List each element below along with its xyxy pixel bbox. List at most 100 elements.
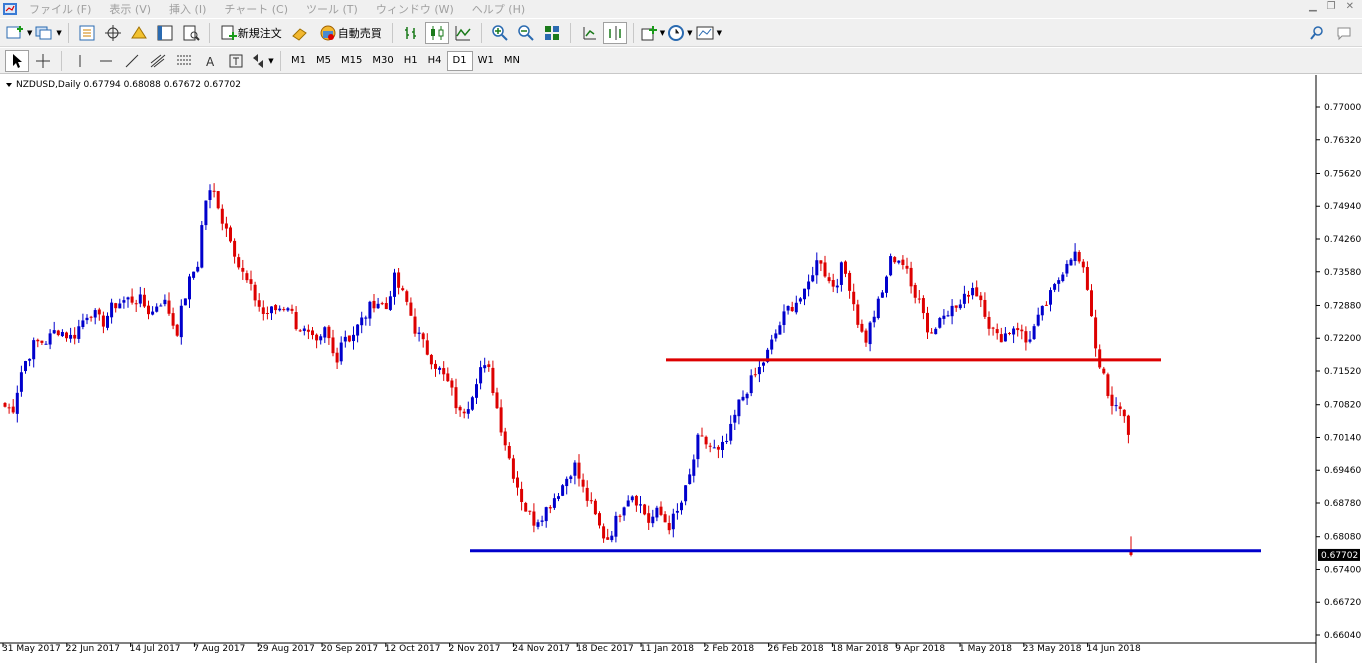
horizontal-line-button[interactable] <box>94 50 118 72</box>
candle-body <box>704 436 708 445</box>
price-chart[interactable]: 0.77000 0.76320 0.75620 0.74940 0.74260 0.735… <box>0 75 1362 663</box>
close-icon[interactable]: ✕ <box>1346 1 1354 12</box>
candle-body <box>196 266 200 272</box>
zoom-in-button[interactable] <box>488 22 512 44</box>
candle-body <box>589 500 593 502</box>
menu-help[interactable]: ヘルプ (H) <box>472 1 525 17</box>
candle-body <box>356 324 360 336</box>
timeframe-m15[interactable]: M15 <box>336 51 367 71</box>
candle-body <box>1094 317 1098 349</box>
text-tool-icon: A <box>206 55 215 69</box>
minimize-icon[interactable]: ▁ <box>1309 1 1317 12</box>
menu-insert[interactable]: 挿入 (I) <box>169 1 206 17</box>
chart-window[interactable]: NZDUSD,Daily 0.67794 0.68088 0.67672 0.6… <box>0 75 1362 663</box>
arrows-button[interactable]: ▼ <box>250 50 274 72</box>
time-tick-label: 14 Jul 2017 <box>130 644 181 654</box>
candle-body <box>101 315 105 327</box>
candle-body <box>487 364 491 367</box>
line-chart-button[interactable] <box>451 22 475 44</box>
candle-body <box>339 342 343 362</box>
bar-chart-button[interactable] <box>399 22 423 44</box>
candle-body <box>413 316 417 334</box>
vertical-line-button[interactable] <box>68 50 92 72</box>
candle-body <box>89 316 93 318</box>
indicators-button[interactable]: ▼ <box>640 22 665 44</box>
menu-file[interactable]: ファイル (F) <box>29 1 91 17</box>
candle-body <box>249 279 253 284</box>
candle-body <box>1049 290 1052 305</box>
candlestick-button[interactable] <box>424 21 449 44</box>
timeframe-mn[interactable]: MN <box>499 51 525 71</box>
autoscroll-button[interactable] <box>602 21 627 44</box>
candle-body <box>1085 267 1089 290</box>
chart-shift-button[interactable] <box>577 22 601 44</box>
periods-button[interactable]: ▼ <box>667 22 693 44</box>
candle-body <box>106 315 109 328</box>
time-tick-label: 7 Aug 2017 <box>193 644 245 654</box>
data-window-button[interactable] <box>101 22 125 44</box>
timeframe-m30[interactable]: M30 <box>367 51 398 71</box>
candle-body <box>926 312 929 333</box>
zoom-out-button[interactable] <box>514 22 538 44</box>
price-tick-label: 0.68080 <box>1324 533 1361 543</box>
terminal-button[interactable] <box>153 22 177 44</box>
metaeditor-button[interactable] <box>288 22 312 44</box>
candle-body <box>540 520 544 522</box>
search-button[interactable] <box>1305 22 1329 44</box>
timeframe-h4[interactable]: H4 <box>423 51 447 71</box>
candle-body <box>975 287 979 297</box>
bar-chart-icon <box>404 26 416 39</box>
candle-body <box>290 308 294 311</box>
candle-body <box>216 191 220 209</box>
fibonacci-button[interactable] <box>172 50 196 72</box>
tile-windows-button[interactable] <box>540 22 564 44</box>
chat-button[interactable] <box>1333 22 1357 44</box>
candle-body <box>253 284 257 301</box>
strategy-tester-button[interactable] <box>179 22 203 44</box>
equidistant-channel-button[interactable] <box>146 50 170 72</box>
candles-group <box>3 183 1133 557</box>
toolbar-separator <box>480 22 482 43</box>
candle-body <box>421 333 425 340</box>
time-tick-label: 1 May 2018 <box>959 644 1012 654</box>
candle-body <box>454 387 458 409</box>
menu-chart[interactable]: チャート (C) <box>224 1 288 17</box>
crosshair-button[interactable] <box>31 50 55 72</box>
text-button[interactable]: A <box>198 50 222 72</box>
candle-body <box>934 328 938 335</box>
market-watch-button[interactable] <box>75 22 99 44</box>
candle-body <box>44 343 48 345</box>
trendline-button[interactable] <box>120 50 144 72</box>
menu-tools[interactable]: ツール (T) <box>306 1 358 17</box>
menu-view[interactable]: 表示 (V) <box>109 1 151 17</box>
candle-body <box>360 317 364 326</box>
candle-body <box>15 392 19 414</box>
timeframe-h1[interactable]: H1 <box>399 51 423 71</box>
candle-body <box>491 367 495 394</box>
candle-body <box>798 298 802 302</box>
price-tick-label: 0.68780 <box>1324 499 1361 509</box>
candle-body <box>618 515 622 517</box>
new-order-button[interactable]: 新規注文 <box>216 22 286 44</box>
candle-body <box>680 502 683 511</box>
text-label-button[interactable] <box>224 50 248 72</box>
auto-trading-button[interactable]: 自動売買 <box>314 22 386 44</box>
new-chart-button[interactable]: ▼ <box>5 22 32 44</box>
candle-body <box>552 498 556 508</box>
timeframe-m1[interactable]: M1 <box>286 51 311 71</box>
templates-icon <box>696 26 714 39</box>
timeframe-w1[interactable]: W1 <box>473 51 499 71</box>
cursor-button[interactable] <box>5 49 29 72</box>
candle-body <box>167 300 171 314</box>
profiles-button[interactable]: ▼ <box>34 22 62 44</box>
candle-body <box>667 523 671 531</box>
candle-body <box>65 332 68 339</box>
templates-button[interactable]: ▼ <box>695 22 722 44</box>
timeframe-d1[interactable]: D1 <box>446 50 473 71</box>
candle-body <box>237 257 241 268</box>
menu-window[interactable]: ウィンドウ (W) <box>376 1 454 17</box>
navigator-button[interactable] <box>127 22 151 44</box>
restore-icon[interactable]: ❐ <box>1327 1 1336 12</box>
timeframe-m5[interactable]: M5 <box>311 51 336 71</box>
candle-body <box>655 507 659 518</box>
